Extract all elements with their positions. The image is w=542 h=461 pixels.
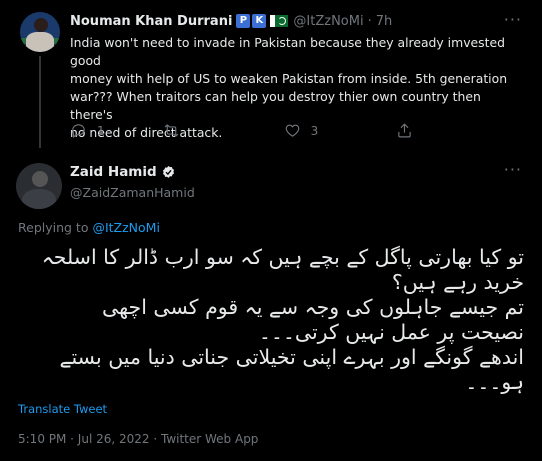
parent-tweet-header: Nouman Khan Durrani P K @ItZzNoMi · 7h	[70, 12, 392, 30]
like-count: 3	[310, 123, 319, 138]
more-horizontal-icon[interactable]: ···	[504, 10, 522, 29]
parent-author-name[interactable]: Nouman Khan Durrani	[70, 14, 232, 29]
main-tweet-text: تو کیا بھارتی پاگل کے بچے ہیں کہ سو ارب …	[14, 245, 524, 395]
parent-tweet-time[interactable]: 7h	[376, 14, 393, 29]
badge-p: P	[236, 14, 251, 28]
parent-tweet[interactable]: Nouman Khan Durrani P K @ItZzNoMi · 7h ·…	[0, 0, 542, 150]
main-tweet-line: نصیحت پر عمل نہیں کرتی۔۔۔	[258, 320, 524, 344]
main-tweet-line: خرید رہے ہیں؟	[391, 270, 524, 294]
parent-author-handle[interactable]: @ItZzNoMi	[293, 14, 363, 29]
badge-k: K	[252, 14, 267, 28]
replying-prefix: Replying to	[18, 220, 93, 235]
retweet-button[interactable]	[163, 122, 190, 139]
verified-badge-icon	[162, 165, 174, 178]
main-author-avatar[interactable]	[16, 163, 62, 209]
main-author-name[interactable]: Zaid Hamid	[70, 164, 157, 180]
main-tweet-line: اندھے گونگے اور بہرے اپنی تخیلاتی جناتی …	[59, 345, 524, 369]
parent-author-avatar[interactable]	[20, 12, 60, 52]
thread-connector-line	[39, 56, 41, 148]
retweet-icon	[164, 124, 178, 137]
reply-count: 1	[97, 123, 105, 138]
parent-tweet-line: war??? When traitors can help you destro…	[70, 89, 481, 122]
main-tweet-line: ہو۔۔۔	[465, 370, 524, 394]
share-button[interactable]	[396, 122, 413, 139]
heart-icon	[285, 124, 299, 137]
replying-to: Replying to @ItZzNoMi	[18, 220, 160, 235]
header-separator: ·	[367, 13, 372, 29]
parent-tweet-line: India won't need to invade in Pakistan b…	[70, 35, 505, 68]
tweet-timestamp[interactable]: 5:10 PM · Jul 26, 2022 · Twitter Web App	[18, 432, 258, 446]
main-author-name-row: Zaid Hamid	[70, 164, 176, 180]
main-tweet-line: تم جیسے جاہلوں کی وجہ سے یہ قوم کسی اچھی	[102, 295, 524, 319]
parent-tweet-actions: 1 3	[70, 122, 413, 139]
main-tweet-line: تو کیا بھارتی پاگل کے بچے ہیں کہ سو ارب …	[41, 245, 524, 269]
share-icon	[398, 123, 412, 138]
like-button[interactable]: 3	[284, 122, 319, 139]
translate-tweet-link[interactable]: Translate Tweet	[18, 402, 107, 416]
reply-button[interactable]: 1	[70, 122, 105, 139]
replying-to-link[interactable]: @ItZzNoMi	[92, 220, 159, 235]
main-author-handle[interactable]: @ZaidZamanHamid	[70, 185, 195, 200]
parent-tweet-line: money with help of US to weaken Pakistan…	[70, 71, 508, 86]
pakistan-flag-icon	[270, 15, 289, 27]
reply-icon	[72, 124, 85, 139]
more-horizontal-icon[interactable]: ···	[504, 160, 522, 179]
